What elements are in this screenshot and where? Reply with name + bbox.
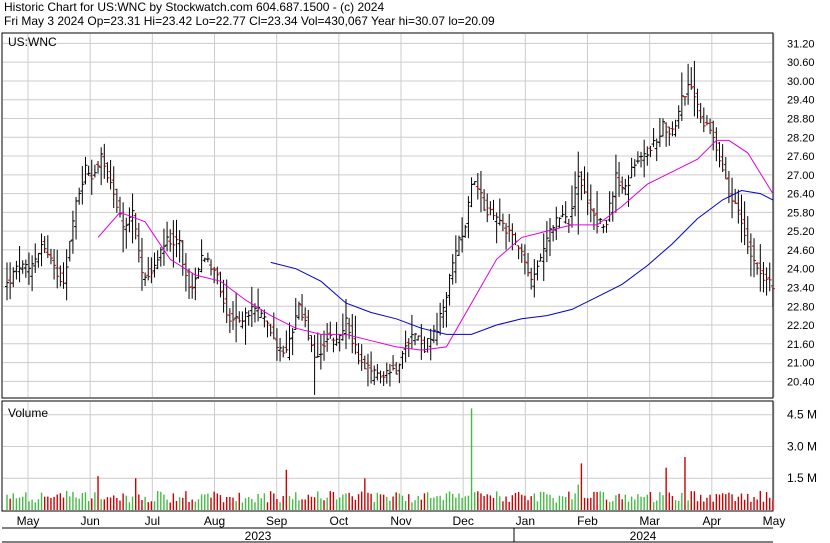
x-month-label: Apr <box>702 514 721 528</box>
moving-averages <box>97 139 774 351</box>
y-price-tick: 25.80 <box>787 207 815 219</box>
x-month-label: Jun <box>80 514 99 528</box>
y-price-tick: 31.20 <box>787 38 815 50</box>
y-price-tick: 21.60 <box>787 339 815 351</box>
x-month-label: Dec <box>452 514 473 528</box>
y-price-tick: 30.00 <box>787 76 815 88</box>
x-year-label: 2023 <box>245 529 272 543</box>
y-price-tick: 30.60 <box>787 57 815 69</box>
y-price-tick: 22.20 <box>787 320 815 332</box>
ma-short-line <box>97 139 774 351</box>
x-month-label: May <box>17 514 40 528</box>
y-price-tick: 27.00 <box>787 170 815 182</box>
y-price-tick: 21.00 <box>787 358 815 370</box>
y-volume-tick: 4.5 M <box>787 408 817 422</box>
y-volume-tick: 3.0 M <box>787 439 817 453</box>
y-price-tick: 20.40 <box>787 376 815 388</box>
x-month-label: May <box>763 514 786 528</box>
y-price-tick: 24.60 <box>787 245 815 257</box>
y-price-tick: 24.00 <box>787 264 815 276</box>
volume-title: Volume <box>8 406 48 420</box>
x-month-label: Jan <box>516 514 535 528</box>
x-month-label: Feb <box>577 514 598 528</box>
x-month-label: Oct <box>329 514 348 528</box>
x-month-label: Sep <box>266 514 288 528</box>
x-month-label: Mar <box>639 514 660 528</box>
x-year-label: 2024 <box>630 529 657 543</box>
x-month-label: Aug <box>204 514 225 528</box>
symbol-label: US:WNC <box>8 35 57 49</box>
y-price-tick: 23.40 <box>787 282 815 294</box>
y-price-tick: 22.80 <box>787 301 815 313</box>
y-price-tick: 26.40 <box>787 189 815 201</box>
y-price-tick: 27.60 <box>787 151 815 163</box>
x-month-label: Jul <box>145 514 160 528</box>
volume-panel-frame <box>1 400 774 512</box>
y-price-tick: 29.40 <box>787 95 815 107</box>
volume-bars <box>6 408 774 510</box>
ohlc-bars <box>5 60 775 395</box>
y-price-tick: 28.80 <box>787 113 815 125</box>
y-volume-tick: 1.5 M <box>787 471 817 485</box>
grid-lines <box>3 34 775 510</box>
y-price-tick: 28.20 <box>787 132 815 144</box>
stock-chart: May Jun Jul Aug Sep Oct Nov Dec Jan Feb Mar Apr May 2… <box>1 32 817 543</box>
x-month-label: Nov <box>390 514 411 528</box>
y-price-tick: 25.20 <box>787 226 815 238</box>
